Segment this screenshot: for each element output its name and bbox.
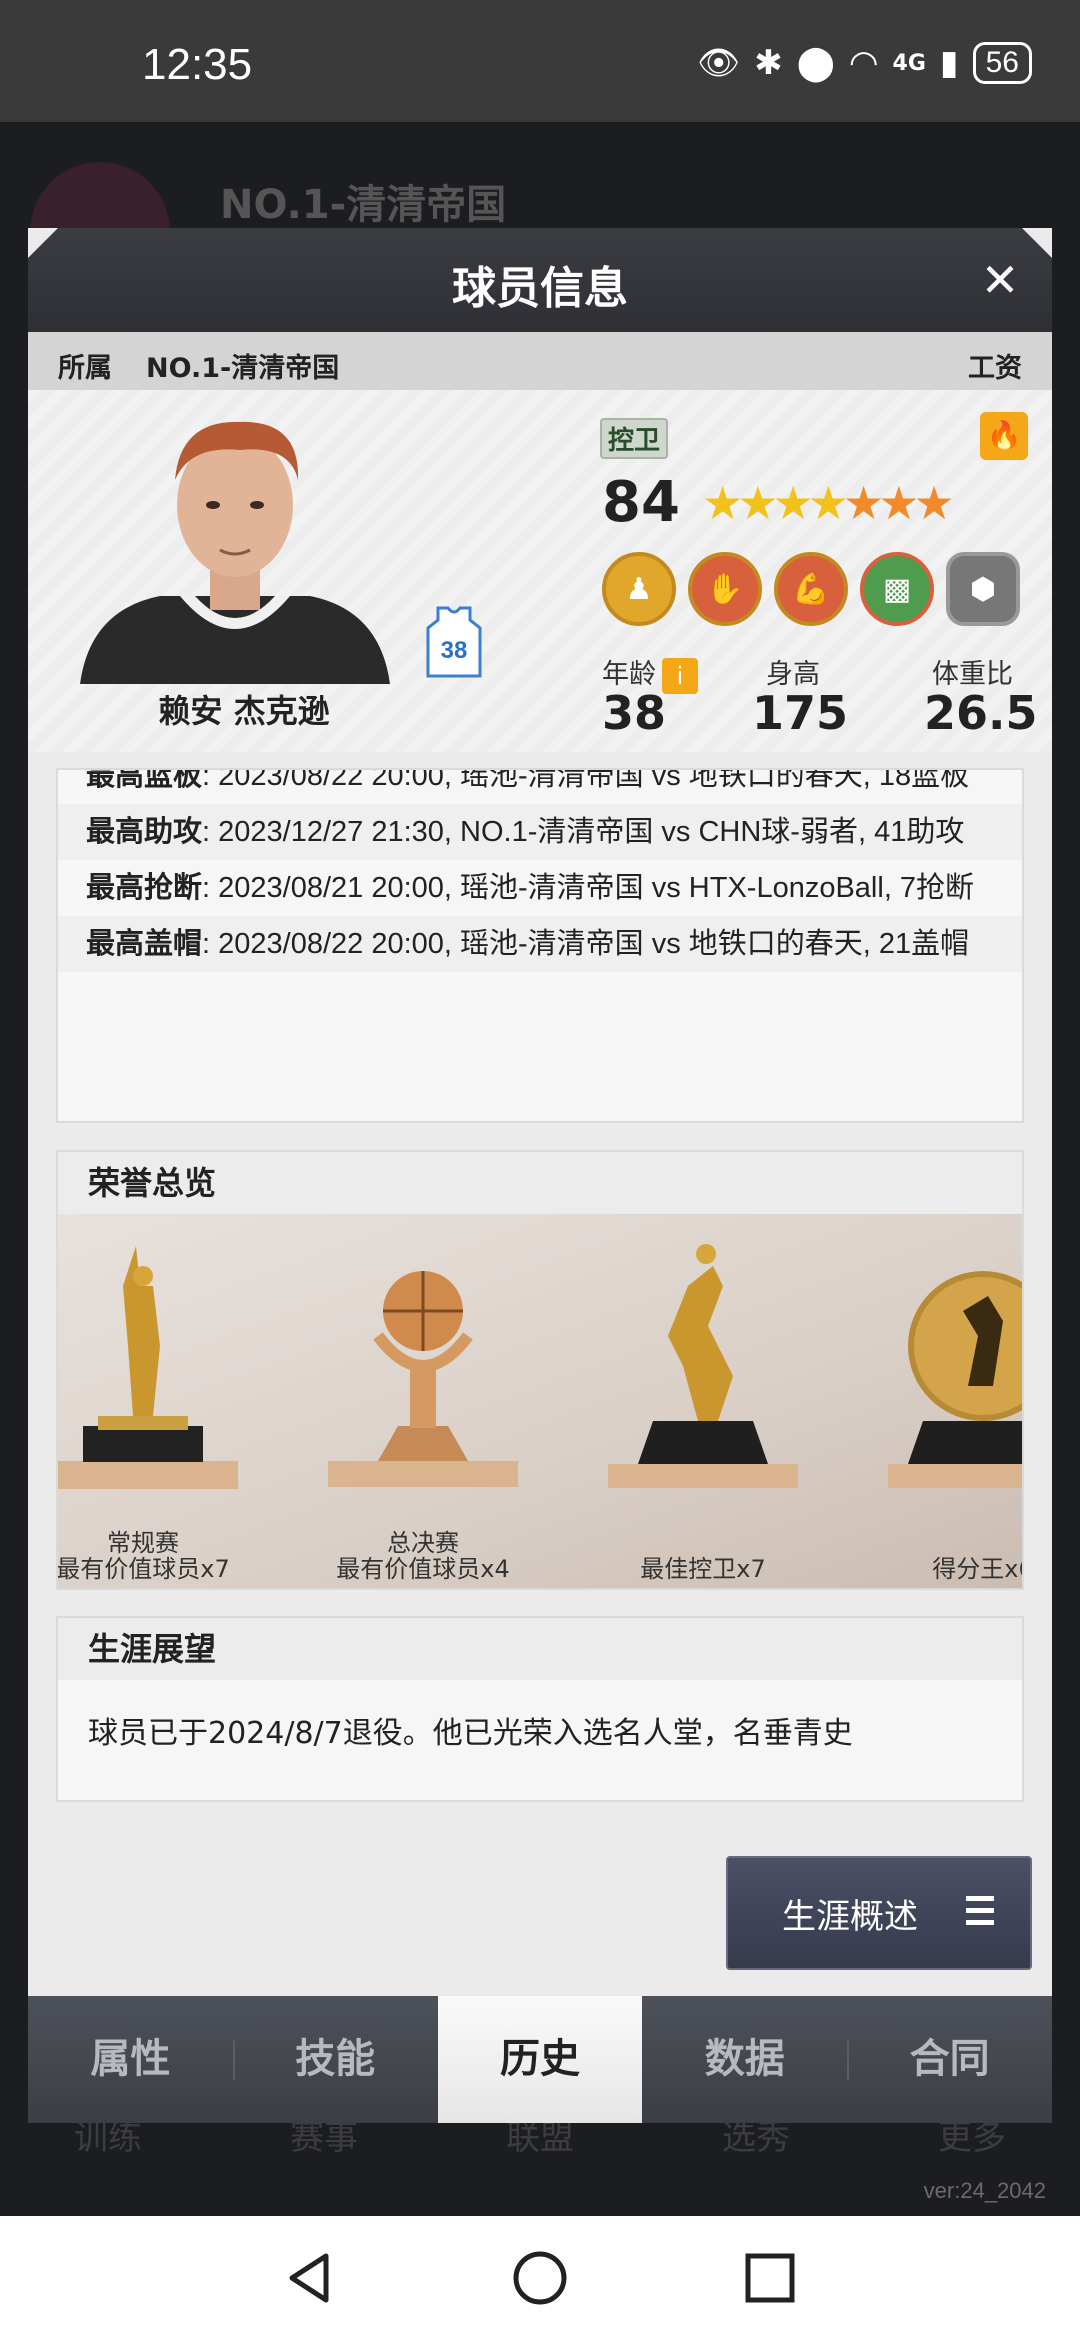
record-text: : 2023/12/27 21:30, NO.1-清清帝国 vs CHN球-弱者…: [202, 816, 965, 848]
recents-icon[interactable]: [738, 2246, 802, 2310]
close-button[interactable]: ✕: [970, 250, 1030, 310]
background-team-name: NO.1-清清帝国: [220, 182, 507, 228]
fire-icon: 🔥: [986, 419, 1022, 452]
position-tag: 控卫: [600, 418, 669, 459]
honor-line: 最有价值球员x7: [58, 1555, 230, 1583]
star-rating: ★★★★★★★: [702, 476, 955, 530]
modal-tab-bar: 属性 技能 历史 数据 合同: [28, 1996, 1052, 2123]
records-list: 最高篮板: 2023/08/22 20:00, 瑶池-清清帝国 vs 地铁口的春…: [56, 768, 1024, 1123]
record-label: 最高抢断: [86, 872, 203, 904]
status-time: 12:35: [142, 40, 253, 89]
salary-tab[interactable]: 工资: [968, 346, 1022, 385]
eye-icon: 👁: [697, 43, 741, 83]
honor-line: 最佳控卫x7: [640, 1555, 766, 1583]
modal-title: 球员信息: [452, 263, 628, 314]
skill-badge-locked[interactable]: ⬢: [946, 552, 1020, 626]
tab-attributes[interactable]: 属性: [28, 1996, 233, 2123]
tab-history[interactable]: 历史: [437, 1996, 643, 2123]
team-label: 所属: [58, 353, 112, 384]
overall-rating: 84: [602, 470, 680, 535]
system-nav-bar: [0, 2216, 1080, 2340]
court-icon: ▩: [882, 571, 912, 607]
player-card: 38 赖安 杰克逊 控卫 🔥 84 ★★★★★★★ ♟ ✋ 💪 ▩ ⬢ 年龄 i …: [28, 390, 1052, 752]
honors-section: 荣誉总览 常规赛 最有价值球员x7 总决赛 最有价值球员x4 最佳控卫x7 得分…: [56, 1150, 1024, 1590]
player-name: 赖安 杰克逊: [158, 692, 330, 730]
trophy-room[interactable]: 常规赛 最有价值球员x7 总决赛 最有价值球员x4 最佳控卫x7 得分王x6: [58, 1214, 1024, 1588]
honor-line: 总决赛: [387, 1529, 459, 1557]
trophy-item[interactable]: 常规赛 最有价值球员x7: [58, 1226, 258, 1588]
tab-stats[interactable]: 数据: [642, 1996, 847, 2123]
muscle-icon: 💪: [792, 571, 830, 607]
signal-icon: ▮: [939, 43, 959, 83]
record-item: 最高盖帽: 2023/08/22 20:00, 瑶池-清清帝国 vs 地铁口的春…: [58, 916, 1022, 972]
career-title: 生涯展望: [58, 1618, 1022, 1680]
record-item: 最高助攻: 2023/12/27 21:30, NO.1-清清帝国 vs CHN…: [58, 804, 1022, 860]
skill-badge[interactable]: ♟: [602, 552, 676, 626]
close-icon: ✕: [980, 253, 1020, 307]
star-icon: ★: [878, 476, 919, 530]
skill-badge[interactable]: 💪: [774, 552, 848, 626]
tab-skills[interactable]: 技能: [232, 1996, 438, 2123]
player-portrait: [80, 421, 390, 684]
menu-icon: [966, 1896, 994, 1928]
skill-badge[interactable]: ✋: [688, 552, 762, 626]
status-icons: 👁 ✱ ⬤ ◠ 4G ▮ 56: [697, 42, 1032, 84]
skill-badges: ♟ ✋ 💪 ▩ ⬢: [602, 552, 1020, 626]
record-label: 最高盖帽: [86, 928, 203, 960]
honor-line: 常规赛: [107, 1529, 179, 1557]
honor-line: 得分王x6: [932, 1555, 1024, 1583]
wifi-icon: ◠: [848, 43, 879, 83]
record-text: : 2023/08/22 20:00, 瑶池-清清帝国 vs 地铁口的春天, 1…: [202, 768, 970, 792]
team-bar: 所属 NO.1-清清帝国 工资: [28, 332, 1052, 390]
record-text: : 2023/08/22 20:00, 瑶池-清清帝国 vs 地铁口的春天, 2…: [202, 928, 970, 960]
honors-title: 荣誉总览: [58, 1152, 1022, 1214]
skill-badge[interactable]: ▩: [860, 552, 934, 626]
record-text: : 2023/08/21 20:00, 瑶池-清清帝国 vs HTX-Lonzo…: [202, 872, 975, 904]
record-item: 最高篮板: 2023/08/22 20:00, 瑶池-清清帝国 vs 地铁口的春…: [58, 768, 1022, 804]
jersey-icon: 38: [426, 606, 482, 678]
back-icon[interactable]: [278, 2246, 342, 2310]
status-bar: 12:35 👁 ✱ ⬤ ◠ 4G ▮ 56: [0, 0, 1080, 122]
record-item: 最高抢断: 2023/08/21 20:00, 瑶池-清清帝国 vs HTX-L…: [58, 860, 1022, 916]
fire-button[interactable]: 🔥: [980, 412, 1028, 460]
team-name: NO.1-清清帝国: [146, 353, 340, 384]
hand-icon: ✋: [706, 571, 744, 607]
player-info-modal: 球员信息 ✕ 所属 NO.1-清清帝国 工资 38 赖安 杰克逊 控卫 🔥 84…: [28, 228, 1052, 2123]
honor-line: 最有价值球员x4: [336, 1555, 510, 1583]
trophy-item[interactable]: 得分王x6: [868, 1226, 1024, 1588]
scoring-title-trophy-icon: [888, 1271, 1022, 1488]
career-outlook-section: 生涯展望 球员已于2024/8/7退役。他已光荣入选名人堂，名垂青史: [56, 1616, 1024, 1802]
jersey-number: 38: [441, 637, 468, 664]
age-value: 38: [602, 686, 667, 740]
home-icon[interactable]: [508, 2246, 572, 2310]
mvp-trophy-icon: [58, 1246, 238, 1489]
location-icon: ⬤: [796, 43, 835, 83]
height-value: 175: [752, 686, 849, 740]
tab-contract[interactable]: 合同: [847, 1996, 1052, 2123]
record-label: 最高篮板: [86, 768, 203, 792]
star-icon: ★: [807, 476, 849, 530]
summary-button-label: 生涯概述: [782, 1896, 918, 1937]
battery-icon: 56: [972, 42, 1032, 84]
career-text: 球员已于2024/8/7退役。他已光荣入选名人堂，名垂青史: [88, 1716, 853, 1751]
best-pg-trophy-icon: [608, 1244, 798, 1488]
star-icon: ★: [843, 476, 884, 530]
star-icon: ★: [772, 476, 814, 530]
player-silhouette-icon: ♟: [625, 571, 653, 607]
network-label: 4G: [892, 50, 926, 76]
bluetooth-icon: ✱: [754, 43, 783, 83]
trophy-item[interactable]: 最佳控卫x7: [588, 1226, 818, 1588]
finals-trophy-icon: [328, 1271, 518, 1487]
version-label: ver:24_2042: [923, 2178, 1046, 2203]
record-label: 最高助攻: [86, 816, 203, 848]
career-summary-button[interactable]: 生涯概述: [726, 1856, 1032, 1970]
star-icon: ★: [702, 476, 743, 530]
info-icon[interactable]: i: [662, 657, 698, 694]
star-icon: ★: [913, 476, 955, 530]
star-icon: ★: [737, 476, 778, 530]
hexagon-icon: ⬢: [969, 571, 997, 607]
weight-ratio-value: 26.5: [924, 686, 1038, 740]
trophy-item[interactable]: 总决赛 最有价值球员x4: [308, 1226, 538, 1588]
